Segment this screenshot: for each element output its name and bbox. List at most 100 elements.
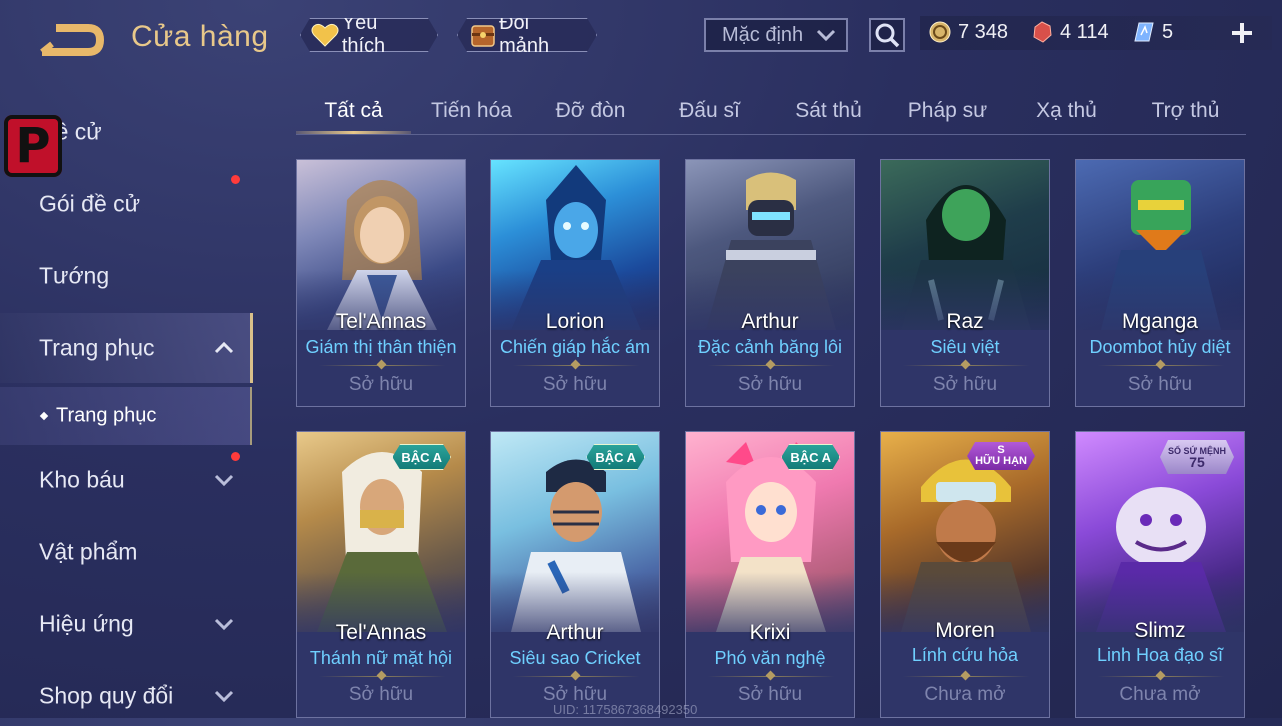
gold-amount: 7 348 [958,20,1009,43]
notification-dot [231,452,240,461]
page-title: Cửa hàng [131,20,269,53]
skin-card[interactable]: BẬC A Krixi Phó văn nghệ Sở hữu [685,431,855,718]
hero-name: Krixi [749,621,791,644]
skin-name: Đặc cảnh băng lôi [697,337,843,357]
tab-all[interactable]: Tất cả [296,90,411,134]
skin-card[interactable]: BẬC A Tel'Annas Thánh nữ mặt hội Sở hữu [296,431,466,718]
ownership-status: Sở hữu [737,374,803,395]
sidebar-item-effects[interactable]: Hiệu ứng [0,594,250,654]
sidebar-subitem-skins[interactable]: Trang phục [0,387,252,445]
shard-exchange-button[interactable]: Đổi mảnh [457,18,597,52]
sidebar-item-label: Hiệu ứng [39,610,134,637]
shard-label: Đổi mảnh [499,12,550,57]
hero-name: Tel'Annas [335,621,427,644]
sidebar-item-exchange-shop[interactable]: Shop quy đổi [0,666,250,726]
chest-icon [468,20,497,50]
sidebar-item-label: Shop quy đổi [39,682,174,709]
tier-badge: BẬC A [586,444,645,470]
ownership-status: Sở hữu [737,684,803,705]
chevron-down-icon [214,690,234,703]
skin-card[interactable]: Mganga Doombot hủy diệt Sở hữu [1075,159,1245,407]
overlay-logo: P [4,115,62,177]
skin-name: Thánh nữ mặt hội [309,648,453,668]
skin-name: Lính cứu hỏa [911,645,1019,665]
skin-name: Phó văn nghệ [714,648,826,668]
hero-name: Arthur [546,621,604,644]
gold-coin-icon [928,20,952,44]
ownership-status: Sở hữu [348,374,414,395]
gem-currency: 4 114 [1030,16,1109,48]
sidebar-item-label: Gói đề cử [39,190,141,217]
tier-badge: BẬC A [392,444,451,470]
search-button[interactable] [869,18,905,52]
skin-card[interactable]: Tel'Annas Giám thị thân thiện Sở hữu [296,159,466,407]
tab-marksman[interactable]: Xạ thủ [1009,90,1124,134]
hero-name: Raz [946,310,984,333]
skin-card[interactable]: SỔ SỨ MỆNH 75 Slimz Linh Hoa đạo sĩ Chưa … [1075,431,1245,718]
bullet-icon [39,411,49,421]
chevron-down-icon [214,474,234,487]
skin-name: Siêu sao Cricket [509,648,641,668]
chevron-up-icon [214,341,234,354]
tab-support[interactable]: Trợ thủ [1128,90,1243,134]
sidebar-item-skins[interactable]: Trang phục [0,313,253,383]
skin-name: Linh Hoa đạo sĩ [1096,645,1224,665]
hero-name: Moren [935,619,995,642]
tab-tank[interactable]: Đỡ đòn [533,90,648,134]
sort-value: Mặc định [722,23,804,46]
favorite-button[interactable]: Yêu thích [300,18,438,52]
sidebar-subitem-label: Trang phục [56,404,157,427]
ownership-status: Chưa mở [1119,684,1201,705]
sidebar-item-treasure[interactable]: Kho báu [0,450,250,510]
hero-name: Mganga [1122,310,1198,333]
sidebar-item-label: Trang phục [39,334,155,361]
hero-name: Tel'Annas [335,310,427,333]
gem-amount: 4 114 [1060,20,1109,43]
hero-name: Lorion [545,310,605,333]
notification-dot [231,175,240,184]
chevron-down-icon [214,618,234,631]
favorite-label: Yêu thích [341,12,386,57]
gold-currency: 7 348 [928,16,1008,48]
tab-mage[interactable]: Pháp sư [890,90,1005,134]
sidebar-item-featured-packs[interactable]: Gói đề cử [0,174,250,234]
heart-icon [311,20,340,50]
skin-card[interactable]: S HỮU HẠN Moren Lính cứu hỏa Chưa mở [880,431,1050,718]
plus-icon[interactable] [1229,20,1255,46]
tab-fighter[interactable]: Đấu sĩ [652,90,767,134]
ownership-status: Sở hữu [542,374,608,395]
tab-evolution[interactable]: Tiến hóa [414,90,529,134]
sidebar-item-items[interactable]: Vật phẩm [0,522,250,582]
ownership-status: Chưa mở [924,684,1006,705]
chevron-down-icon [816,29,836,42]
skin-card[interactable]: Raz Siêu việt Sở hữu [880,159,1050,407]
skin-card[interactable]: Arthur Đặc cảnh băng lôi Sở hữu [685,159,855,407]
sidebar-item-label: Tướng [39,262,110,289]
skin-name: Chiến giáp hắc ám [499,337,651,357]
tier-badge: SỔ SỨ MỆNH 75 [1160,440,1234,474]
back-button[interactable] [38,22,104,58]
sort-dropdown[interactable]: Mặc định [704,18,848,52]
category-tabs: Tất cả Tiến hóa Đỡ đòn Đấu sĩ Sát thủ Ph… [296,90,1246,135]
search-icon [875,23,900,48]
ownership-status: Sở hữu [1127,374,1193,395]
skin-name: Siêu việt [930,337,1000,357]
hero-name: Arthur [741,310,799,333]
hero-name: Slimz [1134,619,1186,642]
ownership-status: Sở hữu [932,374,998,395]
skin-card[interactable]: BẬC A Arthur Siêu sao Cricket Sở hữu [490,431,660,718]
tab-assassin[interactable]: Sát thủ [771,90,886,134]
sidebar-item-label: Kho báu [39,466,125,493]
sidebar-item-label: Vật phẩm [39,538,138,565]
active-tab-indicator [296,131,411,134]
ticket-amount: 5 [1162,20,1174,43]
red-gem-icon [1030,20,1054,44]
ownership-status: Sở hữu [348,684,414,705]
skin-name: Doombot hủy diệt [1089,337,1231,357]
tier-badge: BẬC A [781,444,840,470]
skin-card[interactable]: Lorion Chiến giáp hắc ám Sở hữu [490,159,660,407]
sidebar-item-heroes[interactable]: Tướng [0,246,250,306]
ticket-icon [1132,20,1156,44]
skin-name: Giám thị thân thiện [305,337,457,357]
tier-badge: S HỮU HẠN [967,442,1035,470]
